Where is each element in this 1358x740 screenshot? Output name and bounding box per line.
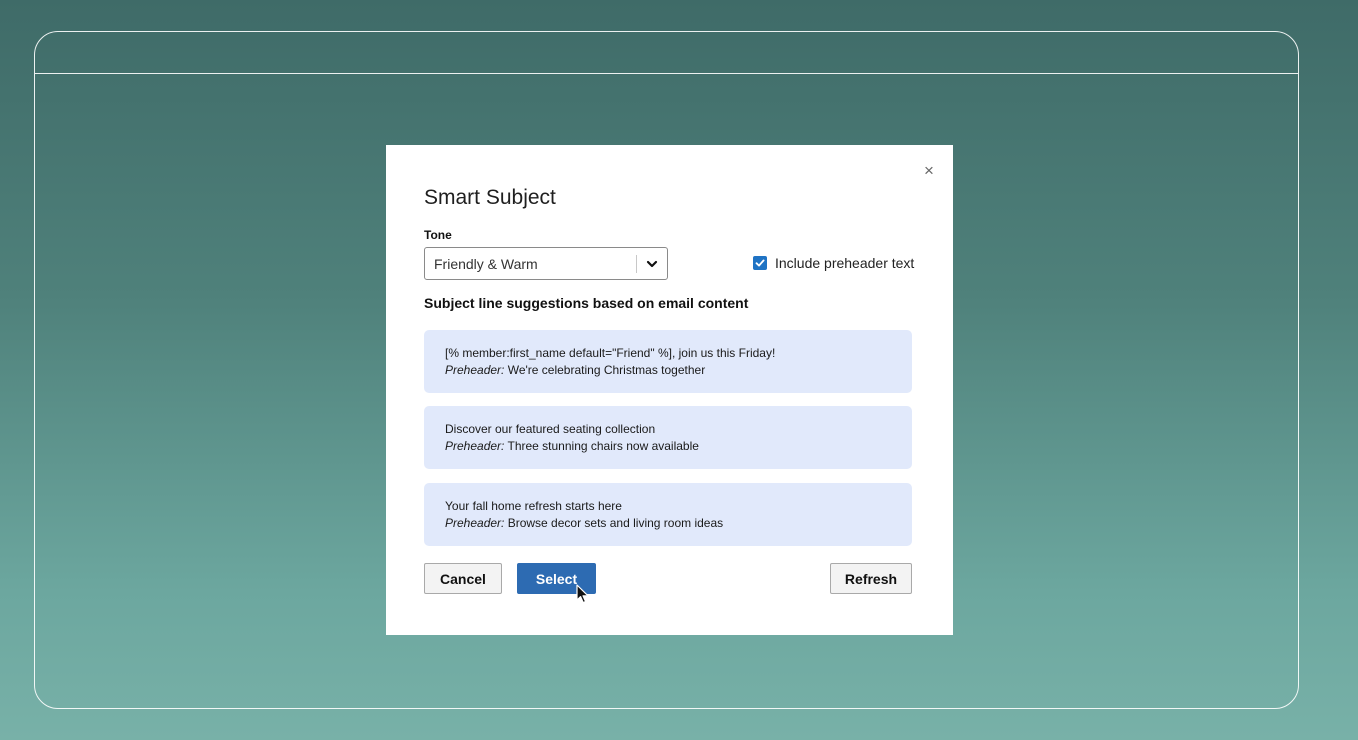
cancel-button[interactable]: Cancel: [424, 563, 502, 594]
smart-subject-dialog: × Smart Subject Tone Friendly & Warm Inc…: [386, 145, 953, 635]
suggestion-preheader: Preheader: We're celebrating Christmas t…: [445, 362, 912, 379]
suggestion-option-2[interactable]: Discover our featured seating collection…: [424, 406, 912, 469]
suggestion-option-1[interactable]: [% member:first_name default="Friend" %]…: [424, 330, 912, 393]
suggestion-subject: Discover our featured seating collection: [445, 422, 656, 436]
suggestion-preheader: Preheader: Three stunning chairs now ava…: [445, 438, 912, 455]
dialog-title: Smart Subject: [424, 186, 556, 209]
preheader-label: Preheader:: [445, 516, 505, 530]
dropdown-separator: [636, 255, 637, 273]
suggestion-subject: Your fall home refresh starts here: [445, 499, 622, 513]
suggestion-subject: [% member:first_name default="Friend" %]…: [445, 346, 776, 360]
preheader-label: Preheader:: [445, 363, 505, 377]
window-header-divider: [35, 73, 1298, 74]
chevron-down-icon[interactable]: [643, 255, 661, 273]
preheader-text: We're celebrating Christmas together: [504, 363, 706, 377]
include-preheader-label: Include preheader text: [775, 255, 915, 271]
tone-label: Tone: [424, 228, 452, 242]
tone-selected-value: Friendly & Warm: [434, 256, 538, 272]
close-icon[interactable]: ×: [920, 161, 938, 181]
checkmark-icon[interactable]: [753, 256, 767, 270]
preheader-text: Three stunning chairs now available: [504, 439, 699, 453]
suggestion-option-3[interactable]: Your fall home refresh starts here Prehe…: [424, 483, 912, 546]
suggestions-heading: Subject line suggestions based on email …: [424, 295, 749, 311]
suggestion-preheader: Preheader: Browse decor sets and living …: [445, 515, 912, 532]
refresh-button[interactable]: Refresh: [830, 563, 912, 594]
include-preheader-checkbox[interactable]: Include preheader text: [753, 254, 914, 272]
mouse-cursor-icon: [576, 584, 592, 606]
preheader-label: Preheader:: [445, 439, 505, 453]
tone-dropdown[interactable]: Friendly & Warm: [424, 247, 668, 280]
preheader-text: Browse decor sets and living room ideas: [504, 516, 724, 530]
